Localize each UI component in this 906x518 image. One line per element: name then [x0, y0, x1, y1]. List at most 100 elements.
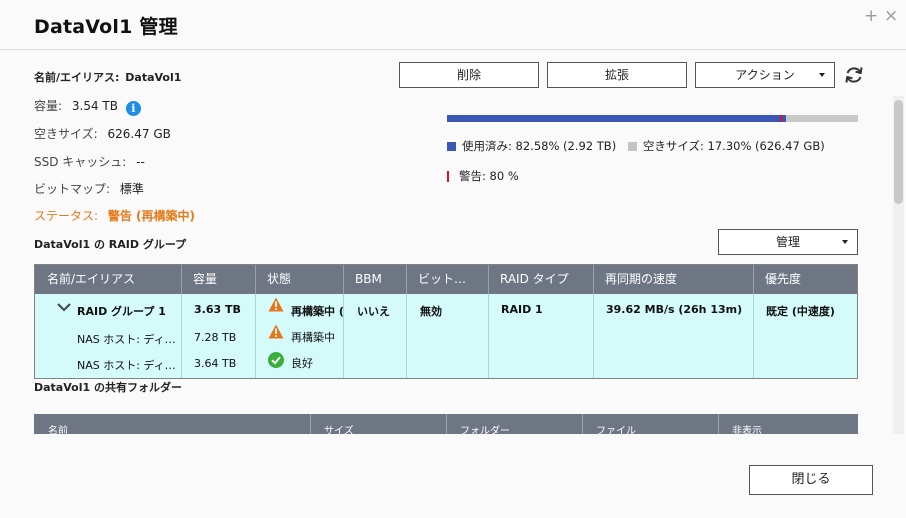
column-divider [181, 294, 182, 378]
prop-bitmap-label: ビットマップ: [34, 182, 111, 196]
col-share-files[interactable]: ファイル [596, 422, 636, 434]
prop-free-value: 626.47 GB [107, 127, 171, 141]
col-bbm[interactable]: BBM [343, 265, 406, 294]
disk-status: 良好 [291, 357, 313, 370]
usage-warning-marker [779, 115, 782, 122]
prop-ssd-value: -- [136, 155, 145, 169]
refresh-icon[interactable] [843, 64, 865, 86]
raid-group-capacity: 3.63 TB [194, 303, 241, 316]
col-share-name[interactable]: 名前 [48, 422, 68, 434]
col-share-hidden[interactable]: 非表示 [732, 422, 762, 434]
column-divider [255, 294, 256, 378]
column-divider [406, 265, 407, 294]
prop-free-label: 空きサイズ: [34, 127, 98, 141]
column-divider [488, 265, 489, 294]
raid-group-type: RAID 1 [501, 303, 543, 316]
raid-group-priority: 既定 (中速度) [766, 305, 835, 318]
free-swatch [627, 142, 637, 151]
chevron-down-icon [842, 240, 848, 244]
column-divider [753, 265, 754, 294]
column-divider [255, 265, 256, 294]
raid-section-title: DataVol1 の RAID グループ [34, 238, 187, 251]
col-raid-type[interactable]: RAID タイプ [488, 265, 593, 294]
column-divider [593, 265, 594, 294]
prop-bitmap-value: 標準 [119, 182, 144, 196]
prop-capacity: 容量: 3.54 TB i [34, 97, 141, 116]
free-legend-text: 空きサイズ: 17.30% (626.47 GB) [642, 139, 825, 153]
col-name[interactable]: 名前/エイリアス [35, 265, 181, 294]
close-icon[interactable]: × [884, 6, 898, 26]
raid-group-status: 再構築中 ( [291, 305, 343, 318]
column-divider [446, 414, 447, 434]
maximize-icon[interactable]: + [864, 6, 878, 26]
prop-name-value: DataVol1 [125, 71, 182, 84]
used-swatch [447, 142, 456, 151]
share-section-title: DataVol1 の共有フォルダー [34, 381, 182, 394]
raid-group-resync-speed: 39.62 MB/s (26h 13m) [606, 303, 743, 316]
usage-legend: 使用済み: 82.58% (2.92 TB) 空きサイズ: 17.30% (62… [447, 138, 825, 154]
close-button[interactable]: 閉じる [749, 465, 873, 495]
column-divider [310, 414, 311, 434]
title-divider [0, 49, 906, 50]
raid-group-bitmap: 無効 [420, 305, 442, 318]
prop-capacity-value: 3.54 TB [71, 99, 118, 113]
col-priority[interactable]: 優先度 [753, 265, 857, 294]
prop-name: 名前/エイリアス: DataVol1 [34, 69, 181, 85]
col-resync-speed[interactable]: 再同期の速度 [593, 265, 753, 294]
usage-bar-used [447, 115, 787, 122]
prop-free: 空きサイズ: 626.47 GB [34, 125, 171, 142]
warning-swatch [447, 171, 449, 182]
action-dropdown-label: アクション [735, 68, 795, 82]
column-divider [488, 294, 489, 378]
col-share-size[interactable]: サイズ [324, 422, 354, 434]
column-divider [582, 414, 583, 434]
manage-dropdown-label: 管理 [775, 235, 800, 249]
chevron-down-icon[interactable] [57, 302, 71, 312]
column-divider [718, 414, 719, 434]
prop-ssd-label: SSD キャッシュ: [34, 155, 127, 169]
prop-name-label: 名前/エイリアス: [34, 71, 120, 84]
column-divider [406, 294, 407, 378]
expand-button[interactable]: 拡張 [547, 62, 687, 88]
check-circle-icon [268, 352, 284, 368]
used-legend-text: 使用済み: 82.58% (2.92 TB) [462, 139, 617, 153]
warning-legend-text: 警告: 80 % [459, 169, 519, 183]
disk-name[interactable]: NAS ホスト: ディ… [77, 357, 177, 373]
disk-capacity: 7.28 TB [194, 331, 237, 344]
raid-table-header: 名前/エイリアス 容量 状態 BBM ビット… RAID タイプ 再同期の速度 … [35, 265, 857, 294]
raid-group-name[interactable]: RAID グループ 1 [77, 303, 179, 319]
raid-group-bbm: いいえ [357, 305, 390, 318]
prop-bitmap: ビットマップ: 標準 [34, 180, 144, 197]
column-divider [343, 294, 344, 378]
window-title: DataVol1 管理 [34, 16, 178, 38]
column-divider [753, 294, 754, 378]
warning-icon [268, 297, 284, 312]
shared-folder-table-header: 名前 サイズ フォルダー ファイル 非表示 [34, 414, 858, 434]
info-icon[interactable]: i [125, 101, 141, 116]
prop-status: ステータス: 警告 (再構築中) [34, 207, 195, 224]
disk-capacity: 3.64 TB [194, 357, 237, 370]
col-share-folders[interactable]: フォルダー [460, 422, 510, 434]
column-divider [593, 294, 594, 378]
prop-capacity-label: 容量: [34, 99, 63, 113]
column-divider [343, 265, 344, 294]
raid-group-table: 名前/エイリアス 容量 状態 BBM ビット… RAID タイプ 再同期の速度 … [34, 264, 858, 379]
action-dropdown[interactable]: アクション [695, 62, 835, 88]
col-bitmap[interactable]: ビット… [406, 265, 488, 294]
delete-button[interactable]: 削除 [399, 62, 539, 88]
chevron-down-icon [819, 73, 825, 77]
warning-legend: 警告: 80 % [447, 168, 519, 184]
column-divider [181, 265, 182, 294]
col-status[interactable]: 状態 [255, 265, 343, 294]
manage-dropdown[interactable]: 管理 [718, 229, 858, 255]
status-badge: 警告 (再構築中) [107, 209, 196, 223]
scrollbar-thumb[interactable] [894, 100, 903, 204]
prop-ssd-cache: SSD キャッシュ: -- [34, 153, 145, 170]
prop-status-label: ステータス: [34, 209, 99, 223]
vertical-scrollbar[interactable] [893, 96, 904, 434]
warning-icon [268, 324, 284, 339]
usage-bar [447, 115, 858, 122]
disk-status: 再構築中 [291, 331, 335, 344]
col-capacity[interactable]: 容量 [181, 265, 255, 294]
disk-name[interactable]: NAS ホスト: ディ… [77, 331, 177, 347]
